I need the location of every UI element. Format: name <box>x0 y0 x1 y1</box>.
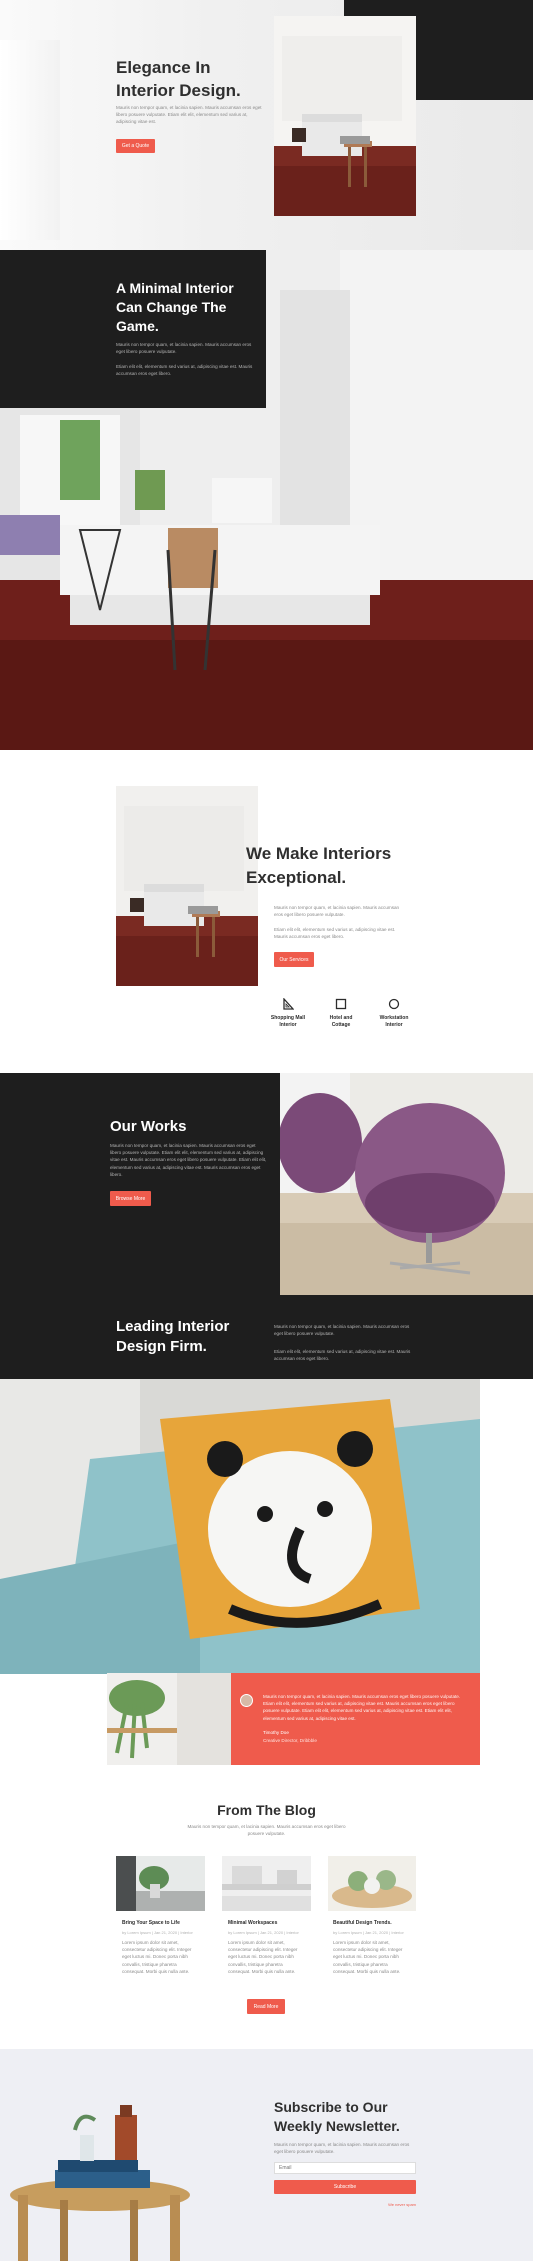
leading-title: Leading Interior Design Firm. <box>116 1318 230 1355</box>
blog-post-meta: by Lorem Ipsum | Jan 21, 2020 | Interior <box>228 1930 299 1935</box>
feature-label: Hotel and Cottage <box>329 1015 353 1028</box>
feature-shopping-mall: Shopping Mall Interior <box>268 998 308 1029</box>
newsletter-text: Mauris non tempor quam, et lacinia sapie… <box>274 2142 410 2155</box>
avatar <box>240 1694 253 1707</box>
feature-hotel-cottage: Hotel and Cottage <box>321 998 361 1029</box>
purple-chair-image <box>280 1073 533 1295</box>
feature-label: Shopping Mall Interior <box>270 1015 306 1028</box>
exceptional-text-2: Etiam elit elit, elementum sed varius at… <box>274 927 396 940</box>
minimal-title: A Minimal Interior Can Change The Game. <box>116 280 234 334</box>
newsletter-link[interactable]: We never spam <box>366 2202 416 2208</box>
exceptional-text-1: Mauris non tempor quam, et lacinia sapie… <box>274 905 400 918</box>
blog-post-image <box>222 1856 311 1911</box>
blog-post-meta: by Lorem Ipsum | Jan 21, 2020 | Interior <box>333 1930 404 1935</box>
blog-intro: Mauris non tempor quam, et lacinia sapie… <box>187 1824 346 1837</box>
leading-text-2: Etiam elit elit, elementum sed varius at… <box>274 1349 411 1362</box>
testimonial-name: Timothy Doe <box>263 1730 289 1735</box>
hero-window-light <box>0 40 60 240</box>
blog-post-excerpt: Lorem ipsum dolor sit amet, consectetur … <box>333 1940 403 1974</box>
blog-post-title[interactable]: Bring Your Space to Life <box>122 1920 204 1927</box>
our-services-button[interactable]: Our Services <box>274 952 314 967</box>
blog-post-excerpt: Lorem ipsum dolor sit amet, consectetur … <box>122 1940 192 1974</box>
minimal-text-2: Etiam elit elit, elementum sed varius at… <box>116 364 253 377</box>
hero-title: Elegance In Interior Design. <box>116 58 241 100</box>
blog-post-meta: by Lorem Ipsum | Jan 21, 2020 | Interior <box>122 1930 193 1935</box>
works-text: Mauris non tempor quam, et lacinia sapie… <box>110 1143 267 1177</box>
blog-post-excerpt: Lorem ipsum dolor sit amet, consectetur … <box>228 1940 298 1974</box>
testimonial-role: Creative Director, Dribbble <box>263 1738 317 1743</box>
blog-title: From The Blog <box>217 1802 316 1818</box>
works-title: Our Works <box>110 1118 187 1135</box>
minimal-text-1: Mauris non tempor quam, et lacinia sapie… <box>116 342 252 355</box>
get-quote-button[interactable]: Get a Quote <box>116 139 155 153</box>
exceptional-title: We Make Interiors Exceptional. <box>246 844 392 887</box>
testimonial-quote: Mauris non tempor quam, et lacinia sapie… <box>263 1694 461 1721</box>
leading-text-1: Mauris non tempor quam, et lacinia sapie… <box>274 1324 410 1337</box>
blog-post-image <box>116 1856 205 1911</box>
triangle-ruler-icon <box>283 998 294 1010</box>
browse-more-button[interactable]: Browse More <box>110 1191 151 1206</box>
exceptional-bedroom-image <box>116 786 258 986</box>
newsletter-stool-image <box>0 2090 200 2261</box>
testimonial-plant-image <box>107 1673 231 1765</box>
feature-workstation: Workstation Interior <box>373 998 415 1029</box>
email-input[interactable] <box>274 2162 416 2174</box>
read-more-button[interactable]: Read More <box>247 1999 285 2014</box>
pillow-sofa-image <box>0 1379 480 1674</box>
newsletter-title: Subscribe to Our Weekly Newsletter. <box>274 2099 400 2134</box>
blog-post-title[interactable]: Minimal Workspaces <box>228 1920 310 1927</box>
hero-bedroom-image <box>274 16 416 216</box>
square-icon <box>335 998 347 1010</box>
circle-icon <box>388 998 400 1010</box>
hero-text: Mauris non tempor quam, et lacinia sapie… <box>116 105 262 125</box>
subscribe-button[interactable]: Subscribe <box>274 2180 416 2194</box>
blog-post-title[interactable]: Beautiful Design Trends. <box>333 1920 415 1927</box>
blog-post-image <box>328 1856 416 1911</box>
feature-label: Workstation Interior <box>379 1015 409 1028</box>
